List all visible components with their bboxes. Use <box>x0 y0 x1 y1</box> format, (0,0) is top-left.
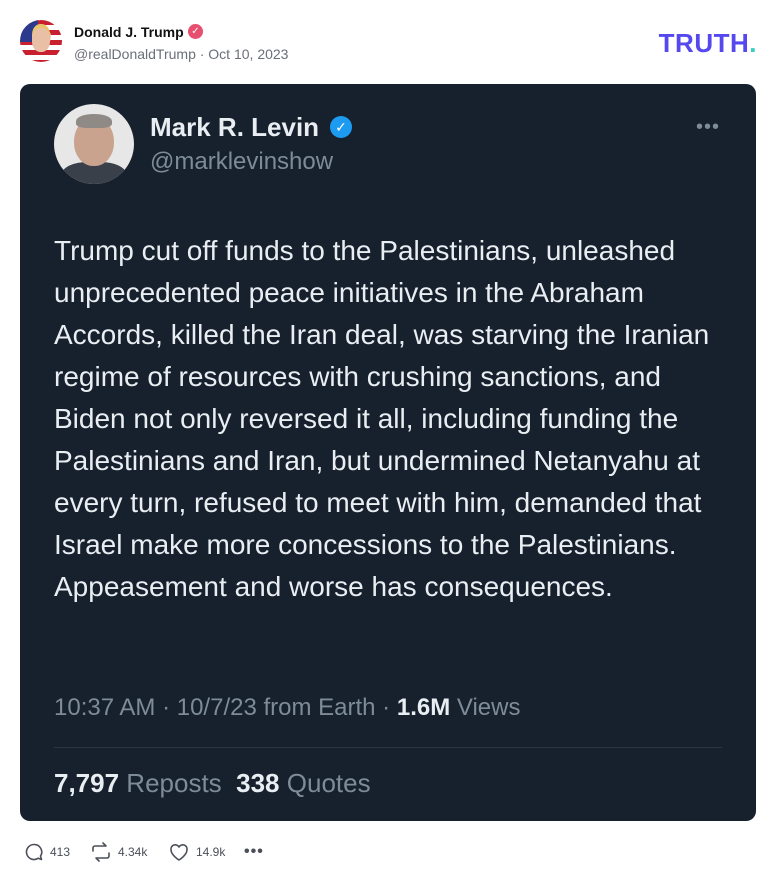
tweet-views-label: Views <box>450 694 521 721</box>
tweet-time: 10:37 AM · 10/7/23 from Earth · <box>54 694 397 721</box>
avatar-hair <box>76 114 112 128</box>
verified-badge-icon: ✓ <box>188 24 203 39</box>
like-button[interactable]: 14.9k <box>168 840 225 864</box>
tweet-reposts-count: 7,797 <box>54 768 120 798</box>
tweet-author-avatar <box>54 104 134 184</box>
tweet-verified-icon: ✓ <box>330 116 352 138</box>
post-header: Donald J. Trump ✓ @realDonaldTrump · Oct… <box>20 20 757 68</box>
truth-logo-dot: . <box>749 28 757 58</box>
reply-icon <box>25 843 43 861</box>
retruth-button[interactable]: 4.34k <box>90 840 147 864</box>
embedded-tweet-image[interactable]: Mark R. Levin ✓ @marklevinshow ••• Trump… <box>20 84 756 821</box>
tweet-text: Trump cut off funds to the Palestinians,… <box>54 235 710 602</box>
truth-logo-text: TRUTH <box>658 28 750 58</box>
tweet-author-handle: @marklevinshow <box>150 148 334 175</box>
truth-social-logo[interactable]: TRUTH. <box>659 28 757 59</box>
heart-icon <box>170 844 188 861</box>
tweet-reposts-label: Reposts <box>119 768 222 798</box>
tweet-divider <box>54 747 722 748</box>
like-count: 14.9k <box>196 845 226 859</box>
tweet-views-count: 1.6M <box>396 694 451 721</box>
tweet-more-icon: ••• <box>695 116 720 138</box>
retruth-icon <box>92 842 110 862</box>
reply-button[interactable]: 413 <box>24 840 70 864</box>
tweet-meta: 10:37 AM · 10/7/23 from Earth · 1.6M Vie… <box>54 694 520 722</box>
tweet-quotes-count: 338 <box>236 768 280 798</box>
tweet-stats: 7,797 Reposts 338 Quotes <box>54 768 371 799</box>
more-options-icon[interactable]: ••• <box>244 840 264 864</box>
author-handle-date[interactable]: @realDonaldTrump · Oct 10, 2023 <box>74 46 288 62</box>
retruth-count: 4.34k <box>118 845 148 859</box>
author-name[interactable]: Donald J. Trump <box>74 24 184 40</box>
tweet-quotes-label: Quotes <box>279 768 371 798</box>
tweet-author-name: Mark R. Levin <box>150 112 320 142</box>
reply-count: 413 <box>50 845 71 859</box>
author-avatar[interactable] <box>20 20 62 62</box>
